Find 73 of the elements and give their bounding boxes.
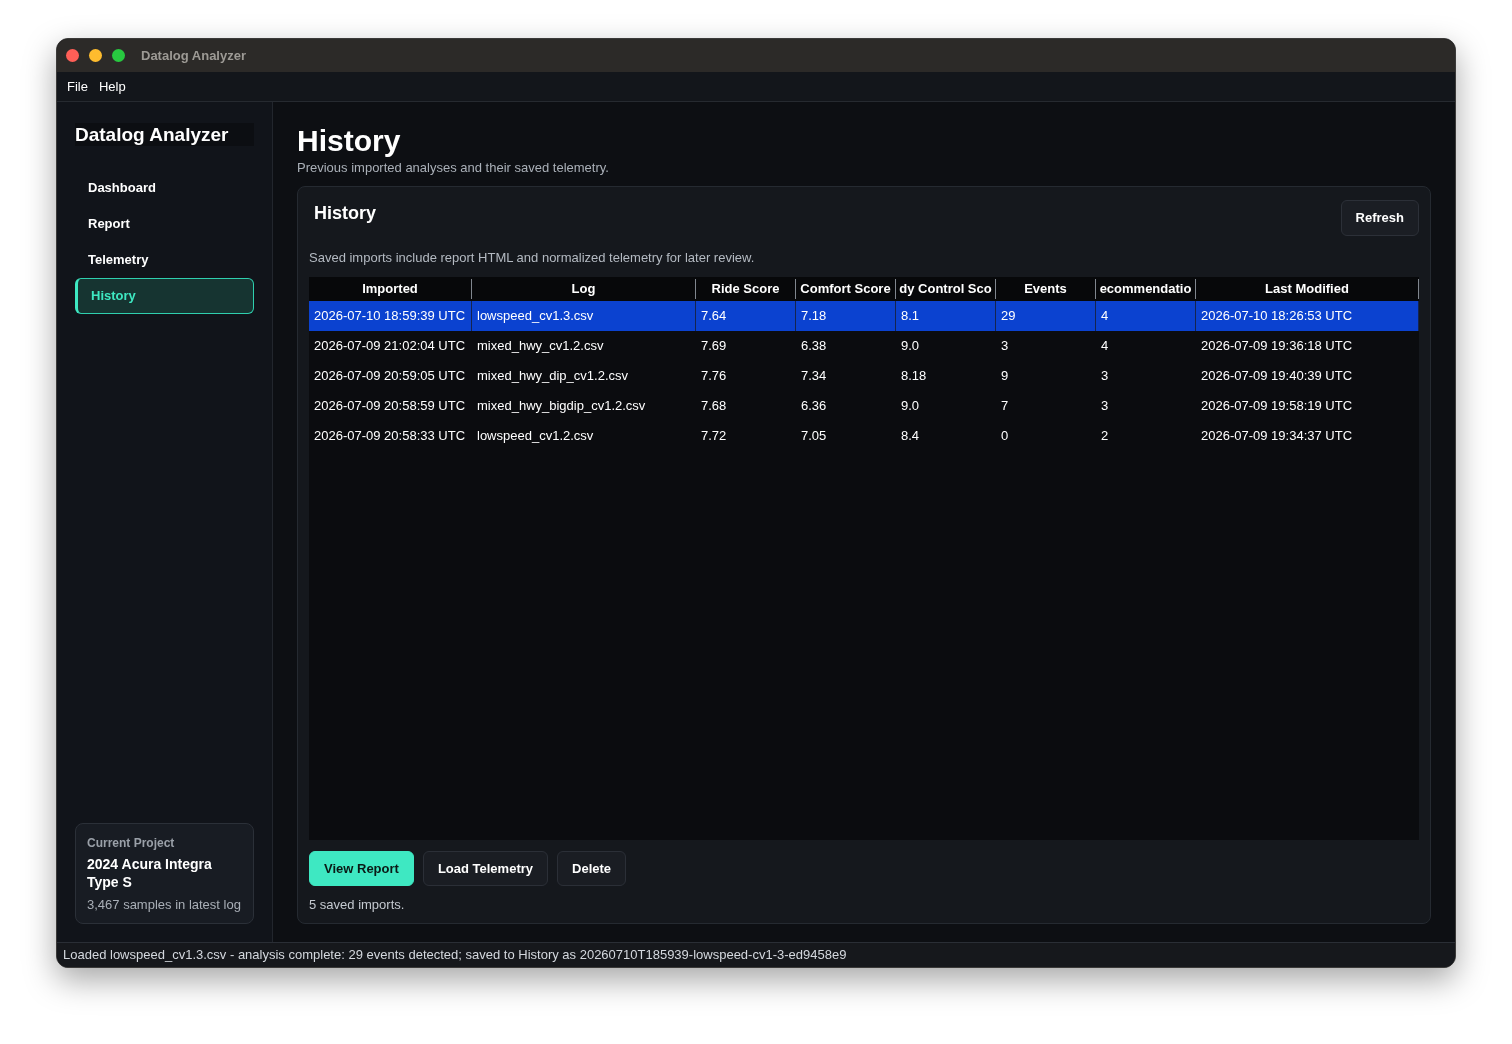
page-subtitle: Previous imported analyses and their saved telemetry. (297, 161, 609, 175)
table-cell: 9 (1001, 368, 1009, 384)
table-cell: 7.76 (701, 368, 727, 384)
action-button[interactable]: Load Telemetry (422, 851, 548, 886)
table-cell: 9.0 (901, 398, 920, 414)
column-header: Log (571, 281, 596, 297)
panel-description: Saved imports include report HTML and normalized telemetry for later review. (309, 251, 755, 265)
table-cell: 3 (1001, 338, 1009, 354)
table-cell: mixed_hwy_bigdip_cv1.2.csv (477, 398, 646, 414)
import-count: 5 saved imports. (309, 898, 405, 912)
project-detail: 3,467 samples in latest log (87, 898, 242, 912)
column-header: Events (1024, 281, 1067, 297)
action-button[interactable]: View Report (309, 851, 414, 886)
table-cell: 4 (1101, 308, 1109, 324)
table-cell: lowspeed_cv1.3.csv (477, 308, 594, 324)
column-header: Last Modified (1265, 281, 1349, 297)
table-cell: 3 (1101, 368, 1109, 384)
menu-item[interactable]: File (67, 78, 88, 95)
sidebar-nav-item[interactable]: History (75, 278, 254, 314)
table-cell: 2026-07-09 19:34:37 UTC (1201, 428, 1353, 444)
table-cell: 2026-07-09 19:58:19 UTC (1201, 398, 1353, 414)
column-header: dy Control Sco (899, 281, 992, 297)
menu-item[interactable]: Help (98, 78, 126, 95)
table-cell: 8.18 (901, 368, 927, 384)
table-cell: 0 (1001, 428, 1009, 444)
table-cell: 6.36 (801, 398, 827, 414)
table-cell: 7.68 (701, 398, 727, 414)
panel-title: History (313, 202, 376, 224)
sidebar-nav-item[interactable]: Report (75, 206, 254, 242)
table-cell: 3 (1101, 398, 1109, 414)
table-cell: 2026-07-09 19:40:39 UTC (1201, 368, 1353, 384)
table-cell: 6.38 (801, 338, 827, 354)
table-cell: 7 (1001, 398, 1009, 414)
table-cell: 2 (1101, 428, 1109, 444)
table-cell: 7.64 (701, 308, 727, 324)
table-cell: 7.34 (801, 368, 827, 384)
table-cell: 7.69 (701, 338, 727, 354)
table-cell: 8.4 (901, 428, 920, 444)
table-cell: 29 (1001, 308, 1016, 324)
column-header: ecommendatio (1099, 281, 1192, 297)
sidebar-app-name: Datalog Analyzer (75, 123, 254, 146)
page-title: History (297, 123, 401, 159)
table-cell: 7.72 (701, 428, 727, 444)
table-cell: 2026-07-09 19:36:18 UTC (1201, 338, 1353, 354)
table-cell: 7.05 (801, 428, 827, 444)
minimize-icon[interactable] (89, 49, 102, 62)
column-header: Ride Score (711, 281, 780, 297)
table-cell: 8.1 (901, 308, 920, 324)
table-cell: 2026-07-09 21:02:04 UTC (314, 338, 466, 354)
table-cell: 4 (1101, 338, 1109, 354)
table-row[interactable]: 2026-07-10 18:59:39 UTC lowspeed_cv1.3.csv 7.64 7.18 8.1 29 4 2026-07-10 18:26:53 UTC (309, 301, 1419, 331)
table-cell: mixed_hwy_dip_cv1.2.csv (477, 368, 629, 384)
table-cell: 2026-07-10 18:59:39 UTC (314, 308, 466, 324)
table-cell: mixed_hwy_cv1.2.csv (477, 338, 604, 354)
window-title: Datalog Analyzer (141, 46, 246, 65)
sidebar-nav-item[interactable]: Telemetry (75, 242, 254, 278)
table-cell: 2026-07-10 18:26:53 UTC (1201, 308, 1353, 324)
table-cell: 9.0 (901, 338, 920, 354)
status-text: Loaded lowspeed_cv1.3.csv - analysis complete: 29 events detected; saved to History as 20260710T185939-lowspeed-cv1-3-ed9458e9 (63, 946, 847, 965)
project-name: 2024 Acura Integra Type S (87, 855, 213, 891)
table-cell: lowspeed_cv1.2.csv (477, 428, 594, 444)
refresh-button[interactable]: Refresh (1340, 200, 1419, 236)
maximize-icon[interactable] (112, 49, 125, 62)
table-cell: 2026-07-09 20:58:33 UTC (314, 428, 466, 444)
sidebar-nav-item[interactable]: Dashboard (75, 170, 254, 206)
action-button[interactable]: Delete (557, 851, 627, 886)
column-header: Comfort Score (800, 281, 891, 297)
table-cell: 7.18 (801, 308, 827, 324)
close-icon[interactable] (66, 49, 79, 62)
project-card-heading: Current Project (87, 835, 176, 851)
table-cell: 2026-07-09 20:58:59 UTC (314, 398, 466, 414)
column-header: Imported (362, 281, 418, 297)
table-cell: 2026-07-09 20:59:05 UTC (314, 368, 466, 384)
